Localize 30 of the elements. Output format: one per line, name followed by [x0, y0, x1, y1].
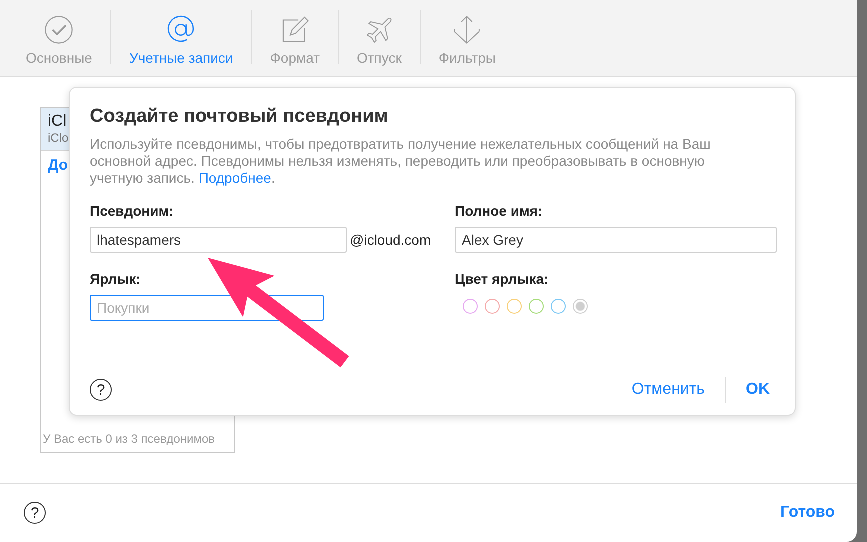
full-name-field[interactable]: Alex Grey: [455, 227, 777, 253]
tag-label: Ярлык:: [90, 271, 142, 287]
account-subtitle: iClo: [48, 131, 69, 145]
checkmark-circle-icon: [43, 14, 76, 46]
alias-field[interactable]: lhatespamers: [90, 227, 347, 253]
toolbar-tab[interactable]: Отпуск: [339, 0, 420, 76]
color-swatch[interactable]: [507, 299, 522, 314]
done-button[interactable]: Готово: [774, 503, 841, 523]
color-swatch[interactable]: [463, 299, 478, 314]
alias-count-text: У Вас есть 0 из 3 псевдонимов: [42, 432, 216, 448]
color-swatch[interactable]: [551, 299, 566, 314]
dialog-description: Используйте псевдонимы, чтобы предотвратить получение нежелательных сообщений на Ваш основной адрес. Псевдонимы нельзя изменять, переводить или преобразовывать в основную учетную запись. Подробнее.: [90, 136, 712, 187]
learn-more-link[interactable]: Подробнее: [198, 170, 272, 186]
dialog-title: Создайте почтовый псевдоним: [90, 106, 390, 128]
toolbar-tab[interactable]: Учетные записи: [111, 0, 252, 76]
toolbar-tab[interactable]: Фильтры: [420, 0, 514, 76]
help-button[interactable]: ?: [24, 502, 46, 524]
account-title: iCl: [48, 113, 67, 131]
ok-button[interactable]: OK: [746, 377, 770, 403]
tag-color-label: Цвет ярлыка:: [455, 271, 550, 287]
domain-text: @icloud.com: [350, 232, 432, 248]
color-swatch[interactable]: [573, 299, 588, 314]
color-swatch[interactable]: [485, 299, 500, 314]
toolbar-tab[interactable]: Основные: [8, 0, 110, 76]
alias-label: Псевдоним:: [90, 203, 175, 219]
help-button[interactable]: ?: [90, 379, 112, 401]
toolbar-tab[interactable]: Формат: [252, 0, 338, 76]
color-swatch[interactable]: [529, 299, 544, 314]
cancel-button[interactable]: Отменить: [632, 377, 705, 403]
full-name-label: Полное имя:: [455, 203, 544, 219]
